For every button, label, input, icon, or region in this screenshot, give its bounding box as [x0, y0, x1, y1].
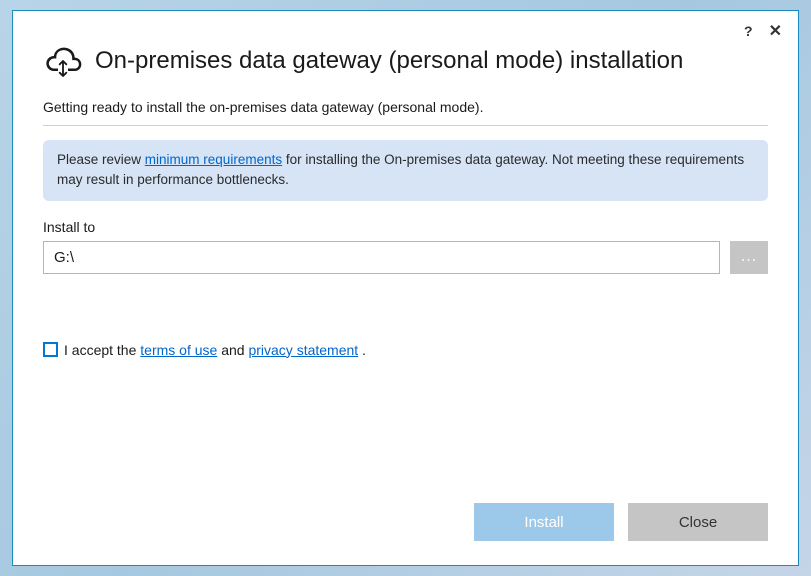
close-icon[interactable]: ✕	[765, 21, 786, 41]
install-button[interactable]: Install	[474, 503, 614, 541]
accept-checkbox[interactable]	[43, 342, 58, 357]
accept-suffix: .	[358, 342, 366, 358]
browse-button[interactable]: ...	[730, 241, 768, 274]
accept-text: I accept the terms of use and privacy st…	[64, 342, 366, 358]
dialog-title: On-premises data gateway (personal mode)…	[95, 47, 683, 75]
install-to-label: Install to	[43, 219, 768, 235]
install-path-input[interactable]	[43, 241, 720, 274]
dialog-header: On-premises data gateway (personal mode)…	[13, 11, 798, 99]
info-prefix: Please review	[57, 152, 145, 167]
dialog-content: Getting ready to install the on-premises…	[13, 99, 798, 358]
accept-terms-row: I accept the terms of use and privacy st…	[43, 342, 768, 358]
accept-connector: and	[217, 342, 248, 358]
cloud-upload-icon	[43, 43, 83, 79]
accept-prefix: I accept the	[64, 342, 140, 358]
titlebar-controls: ? ✕	[740, 21, 786, 41]
subtitle-text: Getting ready to install the on-premises…	[43, 99, 768, 126]
close-button[interactable]: Close	[628, 503, 768, 541]
install-path-row: ...	[43, 241, 768, 274]
privacy-statement-link[interactable]: privacy statement	[248, 342, 358, 358]
minimum-requirements-link[interactable]: minimum requirements	[145, 152, 282, 167]
requirements-info-box: Please review minimum requirements for i…	[43, 140, 768, 201]
dialog-footer: Install Close	[474, 503, 768, 541]
terms-of-use-link[interactable]: terms of use	[140, 342, 217, 358]
installer-dialog: ? ✕ On-premises data gateway (personal m…	[12, 10, 799, 566]
help-icon[interactable]: ?	[740, 23, 757, 39]
